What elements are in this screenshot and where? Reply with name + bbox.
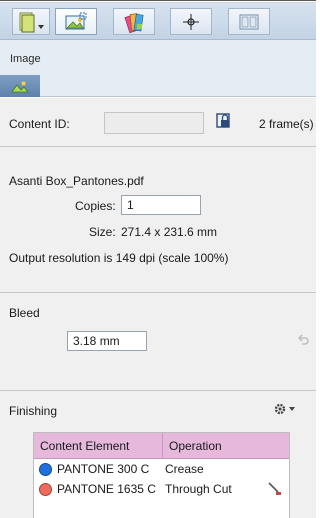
- tab-image-button[interactable]: [0, 75, 40, 97]
- layout-icon: [239, 14, 259, 29]
- color-swatches-button[interactable]: [113, 8, 155, 35]
- document-dropdown-button[interactable]: [12, 8, 50, 35]
- operation-label: Crease: [165, 462, 204, 476]
- crosshair-icon: [183, 13, 199, 30]
- finishing-table: Content Element Operation PANTONE 300 C …: [33, 432, 290, 518]
- content-element-label: PANTONE 300 C: [57, 462, 150, 476]
- finishing-title: Finishing: [9, 404, 58, 418]
- bleed-reset-button[interactable]: [297, 334, 309, 349]
- gear-dropdown-icon: [274, 403, 295, 415]
- marks-button[interactable]: [170, 8, 212, 35]
- content-id-label: Content ID:: [9, 117, 70, 131]
- finishing-settings-button[interactable]: [273, 402, 297, 416]
- size-label: Size:: [89, 225, 116, 239]
- table-row[interactable]: PANTONE 300 C Crease: [34, 459, 289, 479]
- color-swatch-dot: [39, 462, 52, 476]
- undo-icon: [298, 334, 309, 345]
- size-value: 271.4 x 231.6 mm: [121, 225, 218, 239]
- bleed-title: Bleed: [9, 306, 40, 320]
- toolbar: [0, 3, 316, 40]
- table-row[interactable]: PANTONE 1635 C Through Cut: [34, 479, 289, 499]
- image-tab-panel: Image: [0, 40, 316, 97]
- document-dropdown-icon: [19, 12, 44, 32]
- color-swatch-dot: [39, 482, 52, 496]
- color-swatches-icon: [124, 12, 144, 33]
- image-icon: [11, 81, 29, 92]
- image-tab-button[interactable]: [55, 8, 97, 35]
- layout-button[interactable]: [228, 8, 270, 35]
- operation-label: Through Cut: [165, 482, 232, 496]
- bleed-section: [0, 293, 316, 390]
- frame-lock-icon: [216, 113, 230, 128]
- image-icon: [65, 12, 87, 29]
- output-resolution: Output resolution is 149 dpi (scale 100%…: [9, 251, 229, 265]
- column-header-content-element[interactable]: Content Element: [34, 433, 163, 458]
- content-id-field[interactable]: [104, 112, 204, 134]
- table-header: Content Element Operation: [34, 433, 289, 459]
- knife-icon: [268, 482, 281, 495]
- file-name: Asanti Box_Pantones.pdf: [9, 174, 144, 188]
- file-info-section: [0, 147, 316, 292]
- column-header-operation[interactable]: Operation: [163, 433, 222, 458]
- frame-lock-button[interactable]: [215, 111, 233, 132]
- tab-title: Image: [10, 53, 41, 65]
- content-element-label: PANTONE 1635 C: [57, 482, 156, 496]
- copies-input[interactable]: 1: [121, 195, 201, 215]
- frame-count: 2 frame(s): [259, 117, 314, 131]
- bleed-input[interactable]: 3.18 mm: [67, 331, 147, 351]
- copies-label: Copies:: [75, 199, 116, 213]
- table-empty-area: [34, 499, 289, 518]
